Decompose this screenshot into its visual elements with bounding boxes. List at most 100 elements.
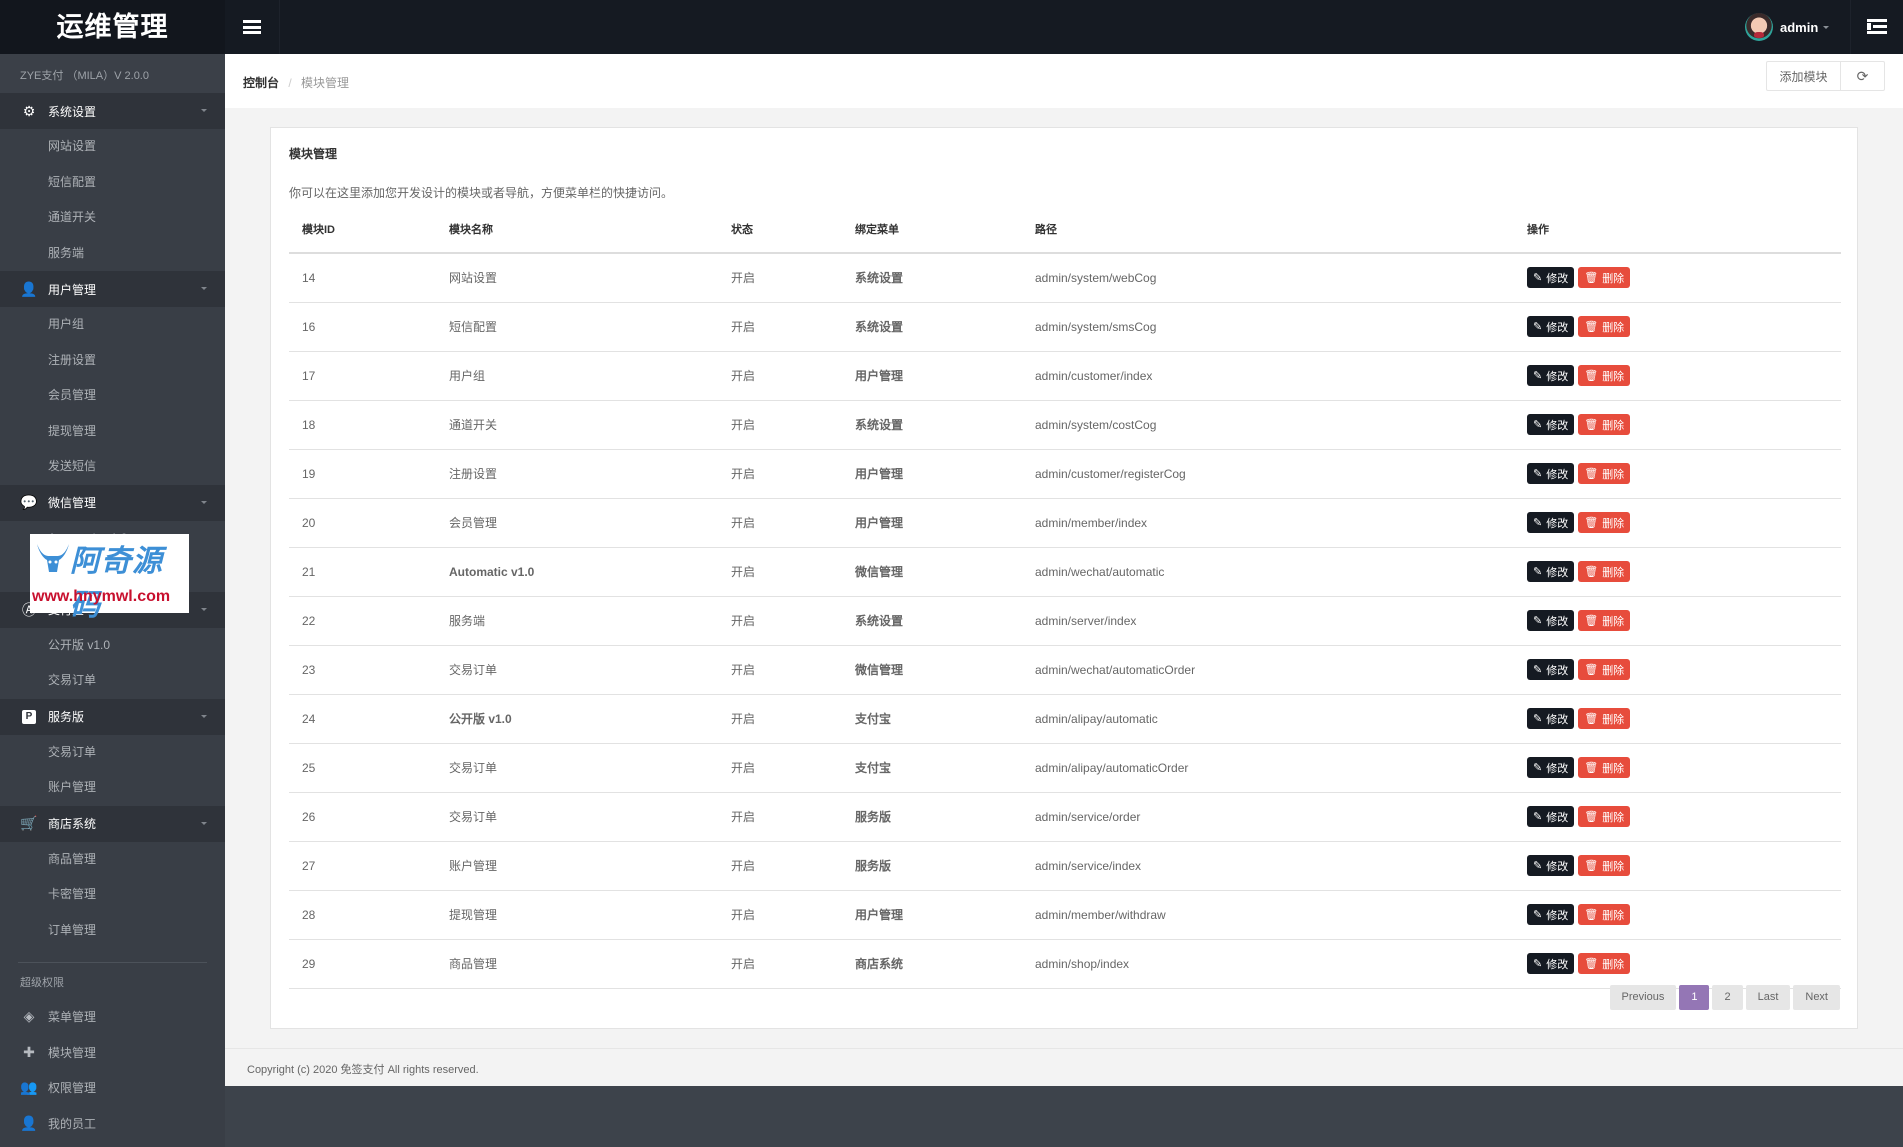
sidebar-item[interactable]: 会员管理 xyxy=(0,378,225,414)
delete-button[interactable]: 🗑 删除 xyxy=(1578,316,1631,337)
footer: Copyright (c) 2020 免签支付 All rights reser… xyxy=(225,1048,1903,1086)
watermark-overlay: 阿奇源码 www.hnymwl.com xyxy=(30,534,189,622)
module-actions: ✎ 修改 🗑 删除 xyxy=(1514,449,1841,499)
sidebar-group-service[interactable]: P 服务版 xyxy=(0,698,225,735)
brand-logo[interactable]: 运维管理 xyxy=(0,0,225,54)
previous-page-button[interactable]: Previous xyxy=(1609,985,1677,1010)
sidebar-item-my-staff[interactable]: 👤 我的员工 xyxy=(0,1106,225,1142)
edit-button[interactable]: ✎ 修改 xyxy=(1527,414,1575,435)
edit-button[interactable]: ✎ 修改 xyxy=(1527,953,1575,974)
edit-button[interactable]: ✎ 修改 xyxy=(1527,512,1575,533)
sidebar-item[interactable]: 注册设置 xyxy=(0,343,225,379)
sidebar-item[interactable]: 订单管理 xyxy=(0,913,225,949)
sidebar-item[interactable]: 发送短信 xyxy=(0,449,225,485)
sidebar-group-system-settings[interactable]: ⚙ 系统设置 xyxy=(0,93,225,129)
breadcrumb-separator: / xyxy=(288,76,292,90)
sidebar-item[interactable]: 交易订单 xyxy=(0,663,225,699)
sidebar-group-label: 微信管理 xyxy=(48,496,97,510)
module-name: 商品管理 xyxy=(436,939,718,989)
edit-button[interactable]: ✎ 修改 xyxy=(1527,757,1575,778)
edit-label: 修改 xyxy=(1546,664,1569,677)
delete-button[interactable]: 🗑 删除 xyxy=(1578,757,1631,778)
next-page-button[interactable]: Next xyxy=(1793,985,1840,1010)
sidebar-item[interactable]: 交易订单 xyxy=(0,735,225,771)
caret-down-icon xyxy=(201,287,207,290)
module-status: 开启 xyxy=(718,890,842,940)
edit-button[interactable]: ✎ 修改 xyxy=(1527,316,1575,337)
delete-button[interactable]: 🗑 删除 xyxy=(1578,610,1631,631)
sidebar-group-user-management[interactable]: 👤 用户管理 xyxy=(0,271,225,307)
delete-button[interactable]: 🗑 删除 xyxy=(1578,708,1631,729)
sidebar-item-menu-management[interactable]: ◈ 菜单管理 xyxy=(0,999,225,1035)
delete-button[interactable]: 🗑 删除 xyxy=(1578,855,1631,876)
sidebar-group-shop[interactable]: 🛒 商店系统 xyxy=(0,805,225,842)
table-row: 27 账户管理 开启 服务版 admin/service/index ✎ 修改 🗑 删除 xyxy=(289,841,1841,891)
breadcrumb-home-link[interactable]: 控制台 xyxy=(243,76,279,90)
trash-icon: 🗑 xyxy=(1584,370,1599,382)
module-path: admin/member/withdraw xyxy=(1022,890,1514,940)
delete-button[interactable]: 🗑 删除 xyxy=(1578,904,1631,925)
sidebar-item[interactable]: 通道开关 xyxy=(0,200,225,236)
edit-button[interactable]: ✎ 修改 xyxy=(1527,610,1575,631)
edit-icon: ✎ xyxy=(1533,909,1543,921)
module-id: 23 xyxy=(289,645,436,695)
edit-button[interactable]: ✎ 修改 xyxy=(1527,365,1575,386)
delete-button[interactable]: 🗑 删除 xyxy=(1578,463,1631,484)
refresh-button[interactable]: ⟳ xyxy=(1840,61,1885,91)
edit-button[interactable]: ✎ 修改 xyxy=(1527,561,1575,582)
sidebar-item[interactable]: 网站设置 xyxy=(0,129,225,165)
sidebar-item-permission-management[interactable]: 👥 权限管理 xyxy=(0,1070,225,1106)
sidebar-item[interactable]: 服务端 xyxy=(0,236,225,272)
top-navbar: 运维管理 admin xyxy=(0,0,1903,54)
add-module-button[interactable]: 添加模块 xyxy=(1766,61,1841,91)
delete-label: 删除 xyxy=(1602,419,1625,432)
module-status: 开启 xyxy=(718,596,842,646)
page-button-1[interactable]: 1 xyxy=(1679,985,1710,1010)
trash-icon: 🗑 xyxy=(1584,272,1599,285)
sidebar-item[interactable]: 卡密管理 xyxy=(0,877,225,913)
module-name: 服务端 xyxy=(436,596,718,646)
edit-label: 修改 xyxy=(1546,468,1569,481)
breadcrumb-bar: 控制台 / 模块管理 添加模块 ⟳ xyxy=(225,54,1903,108)
delete-button[interactable]: 🗑 删除 xyxy=(1578,365,1631,386)
edit-button[interactable]: ✎ 修改 xyxy=(1527,855,1575,876)
edit-button[interactable]: ✎ 修改 xyxy=(1527,806,1575,827)
delete-button[interactable]: 🗑 删除 xyxy=(1578,659,1631,680)
delete-button[interactable]: 🗑 删除 xyxy=(1578,953,1631,974)
edit-icon: ✎ xyxy=(1533,762,1543,774)
edit-button[interactable]: ✎ 修改 xyxy=(1527,904,1575,925)
sidebar-item[interactable]: 商品管理 xyxy=(0,842,225,878)
edit-button[interactable]: ✎ 修改 xyxy=(1527,659,1575,680)
sidebar-item[interactable]: 用户组 xyxy=(0,307,225,343)
module-actions: ✎ 修改 🗑 删除 xyxy=(1514,939,1841,989)
sidebar-group-wechat[interactable]: 💬 微信管理 xyxy=(0,484,225,521)
table-row: 18 通道开关 开启 系统设置 admin/system/costCog ✎ 修改 🗑 删除 xyxy=(289,400,1841,450)
last-page-button[interactable]: Last xyxy=(1745,985,1791,1010)
sidebar-toggle-button[interactable] xyxy=(225,0,280,54)
sidebar-item[interactable]: 公开版 v1.0 xyxy=(0,628,225,664)
delete-label: 删除 xyxy=(1602,566,1625,579)
sidebar-item[interactable]: 短信配置 xyxy=(0,165,225,201)
sidebar-item-module-management[interactable]: ✚ 模块管理 xyxy=(0,1035,225,1071)
edit-button[interactable]: ✎ 修改 xyxy=(1527,708,1575,729)
delete-label: 删除 xyxy=(1602,713,1625,726)
delete-button[interactable]: 🗑 删除 xyxy=(1578,806,1631,827)
edit-label: 修改 xyxy=(1546,370,1569,383)
delete-button[interactable]: 🗑 删除 xyxy=(1578,414,1631,435)
edit-button[interactable]: ✎ 修改 xyxy=(1527,267,1575,289)
caret-down-icon xyxy=(201,821,207,825)
delete-button[interactable]: 🗑 删除 xyxy=(1578,561,1631,582)
breadcrumb-current: 模块管理 xyxy=(301,76,350,90)
page-button-2[interactable]: 2 xyxy=(1712,985,1743,1010)
delete-button[interactable]: 🗑 删除 xyxy=(1578,267,1631,289)
edit-icon: ✎ xyxy=(1533,958,1543,970)
user-menu[interactable]: admin xyxy=(1745,0,1830,54)
sidebar-item[interactable]: 账户管理 xyxy=(0,770,225,806)
module-bound-menu: 服务版 xyxy=(842,841,1022,891)
right-panel-toggle-button[interactable] xyxy=(1850,0,1903,54)
delete-label: 删除 xyxy=(1602,370,1625,383)
delete-button[interactable]: 🗑 删除 xyxy=(1578,512,1631,533)
edit-button[interactable]: ✎ 修改 xyxy=(1527,463,1575,484)
module-bound-menu: 服务版 xyxy=(842,792,1022,842)
sidebar-item[interactable]: 提现管理 xyxy=(0,414,225,450)
